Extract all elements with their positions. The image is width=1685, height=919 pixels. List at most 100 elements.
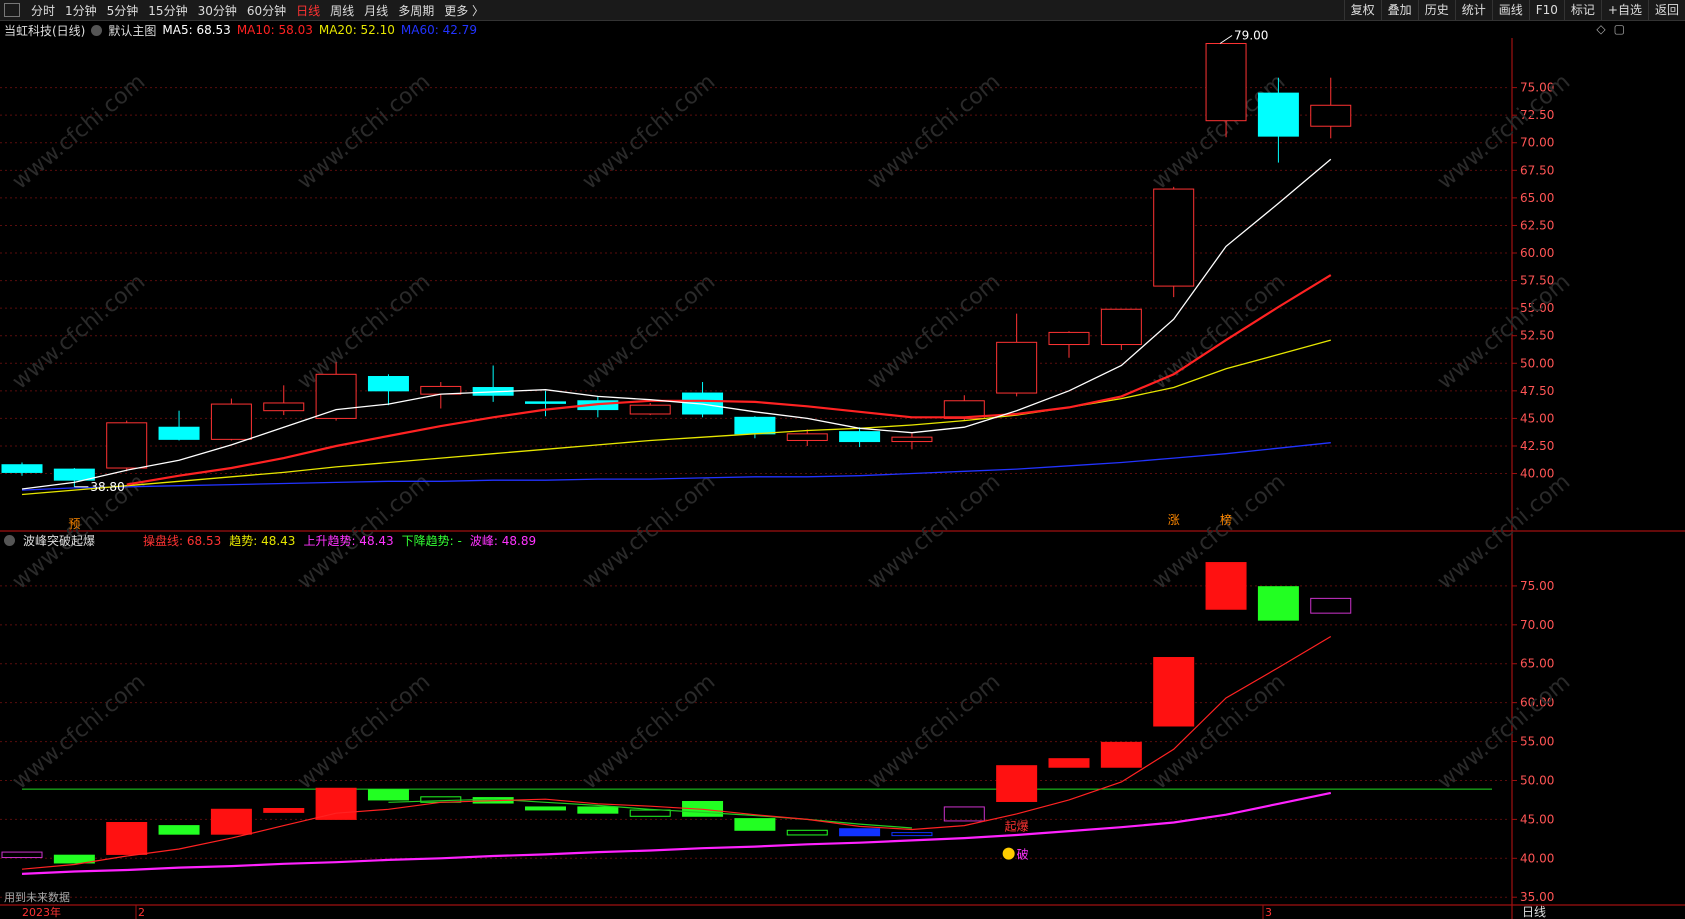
tool-button[interactable]: 统计 (1454, 0, 1492, 20)
ma60-label: MA60: 42.79 (400, 23, 477, 37)
candle-body (1205, 43, 1247, 122)
candle-body (786, 433, 828, 441)
main-ytick-label: 70.00 (1520, 136, 1554, 150)
indicator-bar (839, 828, 881, 837)
indicator-bar (525, 806, 566, 811)
tool-button[interactable]: F10 (1528, 0, 1564, 20)
indicator-name[interactable]: 波峰突破起爆 (23, 532, 95, 549)
watermark: www.cfchi.com (8, 269, 150, 394)
sub-ytick-label: 55.00 (1520, 735, 1554, 749)
candle-body (629, 404, 671, 415)
watermark: www.cfchi.com (8, 69, 150, 194)
candle-body (263, 402, 305, 412)
watermark: www.cfchi.com (578, 669, 720, 794)
indicator-bar (1257, 586, 1299, 621)
candle-body (106, 422, 148, 469)
ma60-line (21, 442, 1331, 491)
candle-body (210, 403, 252, 440)
watermark: www.cfchi.com (863, 69, 1005, 194)
period-tab[interactable]: 更多 〉 (439, 4, 489, 18)
indicator-bar (629, 809, 671, 817)
period-tab[interactable]: 5分钟 (102, 4, 144, 18)
watermark: www.cfchi.com (1433, 469, 1575, 594)
smile-icon (1002, 847, 1015, 860)
candle-body (891, 436, 933, 443)
watermark: www.cfchi.com (293, 669, 435, 794)
period-tab[interactable]: 60分钟 (242, 4, 291, 18)
diamond-icon[interactable]: ◇ (1596, 22, 1605, 36)
tool-button[interactable]: 返回 (1647, 0, 1685, 20)
sub-chart-legend: 波峰突破起爆 操盘线: 68.53 趋势: 48.43 上升趋势: 48.43 … (4, 532, 536, 548)
indicator-bar (1153, 657, 1195, 727)
signal-qibao: 起爆 (1005, 819, 1029, 833)
tool-button[interactable]: 画线 (1491, 0, 1529, 20)
candle-body (1153, 188, 1195, 287)
up-trend-label: 上升趋势: 48.43 (303, 533, 394, 548)
indicator-bar (1205, 562, 1247, 610)
xaxis-year-label: 2023年 (22, 905, 61, 919)
tool-button[interactable]: 复权 (1343, 0, 1381, 20)
tool-button[interactable]: 标记 (1563, 0, 1601, 20)
main-ytick-label: 67.50 (1520, 163, 1554, 177)
indicator-bar (210, 808, 252, 835)
period-tab[interactable]: 1分钟 (60, 4, 102, 18)
sub-ytick-label: 75.00 (1520, 579, 1554, 593)
period-tab[interactable]: 分时 (26, 4, 60, 18)
candle-body (1310, 104, 1352, 127)
template-label[interactable]: 默认主图 (108, 22, 156, 39)
period-tab[interactable]: 日线 (291, 4, 325, 18)
indicator-bar (1310, 597, 1352, 614)
period-tab[interactable]: 30分钟 (193, 4, 242, 18)
main-ytick-label: 50.00 (1520, 356, 1554, 370)
candle-body (1100, 308, 1142, 346)
high-price-label: 79.00 (1234, 29, 1268, 43)
signal-break: 破 (1017, 847, 1029, 862)
indicator-bar (943, 806, 985, 822)
window-menu-icon[interactable] (4, 3, 20, 17)
watermark: www.cfchi.com (578, 269, 720, 394)
maximize-icon[interactable]: ▢ (1614, 22, 1625, 36)
watermark: www.cfchi.com (293, 269, 435, 394)
xaxis-month-label: 3 (1265, 906, 1272, 919)
template-dropdown-icon[interactable] (91, 24, 103, 36)
sub-ytick-label: 65.00 (1520, 657, 1554, 671)
tool-button[interactable]: 历史 (1417, 0, 1455, 20)
tool-button[interactable]: 叠加 (1380, 0, 1418, 20)
marker-bang: 榜 (1220, 512, 1232, 527)
watermark: www.cfchi.com (293, 69, 435, 194)
period-tab[interactable]: 周线 (325, 4, 359, 18)
sub-ytick-label: 50.00 (1520, 773, 1554, 787)
sub-ytick-label: 40.00 (1520, 851, 1554, 865)
sub-ytick-label: 35.00 (1520, 890, 1554, 904)
ma10-label: MA10: 58.03 (236, 23, 313, 37)
xaxis-month-label: 2 (138, 906, 145, 919)
watermark: www.cfchi.com (863, 669, 1005, 794)
period-tab[interactable]: 月线 (359, 4, 393, 18)
main-ytick-label: 47.50 (1520, 384, 1554, 398)
indicator-bar (1048, 758, 1090, 768)
watermark: www.cfchi.com (578, 69, 720, 194)
ma5-label: MA5: 68.53 (162, 23, 231, 37)
watermark: www.cfchi.com (578, 469, 720, 594)
future-data-note: 用到未来数据 (4, 891, 70, 904)
candle-body (1048, 331, 1090, 346)
indicator-bar (263, 807, 305, 813)
xaxis-period-label: 日线 (1522, 905, 1546, 919)
tool-button[interactable]: +自选 (1600, 0, 1648, 20)
period-tab[interactable]: 15分钟 (143, 4, 192, 18)
tool-buttons: 复权 叠加 历史 统计 画线 F10 标记 +自选 返回 (1343, 0, 1685, 20)
indicator-bar (996, 765, 1038, 802)
stock-title[interactable]: 当虹科技(日线) (4, 22, 85, 39)
candle-body (158, 426, 200, 440)
candle-body (734, 416, 776, 435)
chart-corner-controls: ◇ ▢ (1596, 22, 1625, 36)
indicator-bar (367, 789, 409, 801)
indicator-bar (577, 806, 619, 814)
period-toolbar: 分时 1分钟 5分钟 15分钟 30分钟 60分钟 日线 周线 月线 多周期 更多 〉 复权 叠加 历史… (0, 0, 1685, 21)
period-tab[interactable]: 多周期 (393, 4, 439, 18)
watermark: www.cfchi.com (863, 469, 1005, 594)
watermark: www.cfchi.com (8, 669, 150, 794)
indicator-dropdown-icon[interactable] (4, 534, 15, 546)
chart-area[interactable]: 75.0072.5070.0067.5065.0062.5060.0057.50… (0, 0, 1685, 919)
marker-zhang: 涨 (1168, 512, 1180, 527)
